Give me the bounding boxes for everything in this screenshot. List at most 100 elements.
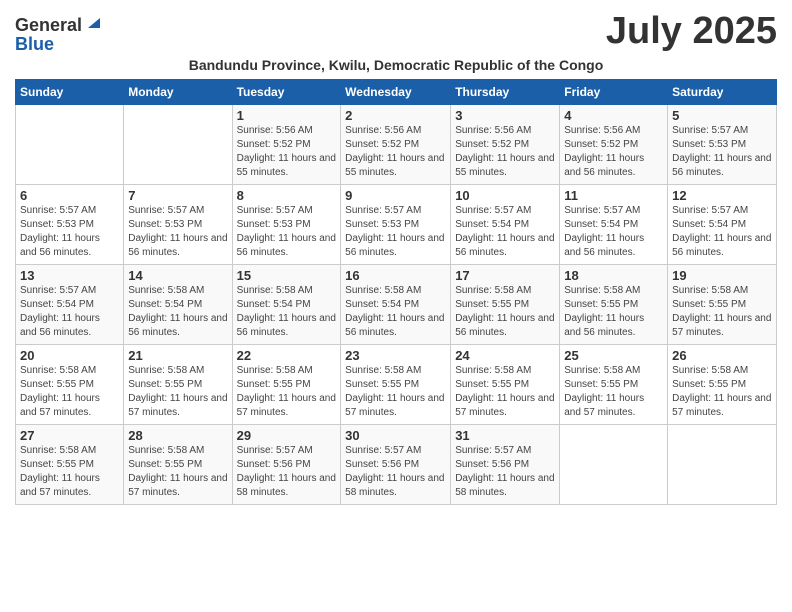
day-info: Sunrise: 5:56 AM Sunset: 5:52 PM Dayligh… <box>455 124 555 180</box>
day-info: Sunrise: 5:57 AM Sunset: 5:53 PM Dayligh… <box>128 204 227 260</box>
day-info: Sunrise: 5:58 AM Sunset: 5:54 PM Dayligh… <box>128 284 227 340</box>
calendar-cell: 23Sunrise: 5:58 AM Sunset: 5:55 PM Dayli… <box>341 345 451 425</box>
calendar-week-2: 6Sunrise: 5:57 AM Sunset: 5:53 PM Daylig… <box>16 185 777 265</box>
day-info: Sunrise: 5:57 AM Sunset: 5:56 PM Dayligh… <box>345 444 446 500</box>
day-number: 25 <box>564 348 663 363</box>
day-number: 1 <box>237 108 337 123</box>
day-number: 26 <box>672 348 772 363</box>
calendar-cell: 13Sunrise: 5:57 AM Sunset: 5:54 PM Dayli… <box>16 265 124 345</box>
day-info: Sunrise: 5:57 AM Sunset: 5:53 PM Dayligh… <box>20 204 119 260</box>
calendar-cell: 10Sunrise: 5:57 AM Sunset: 5:54 PM Dayli… <box>451 185 560 265</box>
day-number: 7 <box>128 188 227 203</box>
calendar-header-row: SundayMondayTuesdayWednesdayThursdayFrid… <box>16 80 777 105</box>
calendar-cell: 18Sunrise: 5:58 AM Sunset: 5:55 PM Dayli… <box>560 265 668 345</box>
day-number: 18 <box>564 268 663 283</box>
calendar-cell: 3Sunrise: 5:56 AM Sunset: 5:52 PM Daylig… <box>451 105 560 185</box>
day-info: Sunrise: 5:58 AM Sunset: 5:55 PM Dayligh… <box>20 364 119 420</box>
day-info: Sunrise: 5:58 AM Sunset: 5:55 PM Dayligh… <box>128 364 227 420</box>
calendar-cell: 19Sunrise: 5:58 AM Sunset: 5:55 PM Dayli… <box>668 265 777 345</box>
day-number: 30 <box>345 428 446 443</box>
calendar-cell: 1Sunrise: 5:56 AM Sunset: 5:52 PM Daylig… <box>232 105 341 185</box>
day-info: Sunrise: 5:57 AM Sunset: 5:54 PM Dayligh… <box>564 204 663 260</box>
day-info: Sunrise: 5:57 AM Sunset: 5:54 PM Dayligh… <box>20 284 119 340</box>
day-info: Sunrise: 5:57 AM Sunset: 5:54 PM Dayligh… <box>672 204 772 260</box>
day-number: 21 <box>128 348 227 363</box>
header-day-thursday: Thursday <box>451 80 560 105</box>
header-day-saturday: Saturday <box>668 80 777 105</box>
day-number: 29 <box>237 428 337 443</box>
calendar-cell <box>124 105 232 185</box>
logo-general: General <box>15 16 82 34</box>
calendar-week-5: 27Sunrise: 5:58 AM Sunset: 5:55 PM Dayli… <box>16 425 777 505</box>
day-info: Sunrise: 5:58 AM Sunset: 5:55 PM Dayligh… <box>672 284 772 340</box>
calendar-cell: 25Sunrise: 5:58 AM Sunset: 5:55 PM Dayli… <box>560 345 668 425</box>
calendar-cell: 8Sunrise: 5:57 AM Sunset: 5:53 PM Daylig… <box>232 185 341 265</box>
day-number: 23 <box>345 348 446 363</box>
day-info: Sunrise: 5:58 AM Sunset: 5:54 PM Dayligh… <box>345 284 446 340</box>
day-number: 13 <box>20 268 119 283</box>
logo: General Blue <box>15 10 100 53</box>
day-number: 9 <box>345 188 446 203</box>
header-day-tuesday: Tuesday <box>232 80 341 105</box>
calendar-cell: 4Sunrise: 5:56 AM Sunset: 5:52 PM Daylig… <box>560 105 668 185</box>
day-number: 11 <box>564 188 663 203</box>
header-day-sunday: Sunday <box>16 80 124 105</box>
day-number: 14 <box>128 268 227 283</box>
calendar-cell <box>668 425 777 505</box>
day-info: Sunrise: 5:56 AM Sunset: 5:52 PM Dayligh… <box>237 124 337 180</box>
calendar-cell: 26Sunrise: 5:58 AM Sunset: 5:55 PM Dayli… <box>668 345 777 425</box>
month-title: July 2025 <box>606 10 777 53</box>
day-number: 31 <box>455 428 555 443</box>
day-number: 17 <box>455 268 555 283</box>
calendar-cell: 21Sunrise: 5:58 AM Sunset: 5:55 PM Dayli… <box>124 345 232 425</box>
day-number: 10 <box>455 188 555 203</box>
calendar-cell: 11Sunrise: 5:57 AM Sunset: 5:54 PM Dayli… <box>560 185 668 265</box>
day-info: Sunrise: 5:58 AM Sunset: 5:55 PM Dayligh… <box>672 364 772 420</box>
calendar-cell: 9Sunrise: 5:57 AM Sunset: 5:53 PM Daylig… <box>341 185 451 265</box>
day-info: Sunrise: 5:57 AM Sunset: 5:54 PM Dayligh… <box>455 204 555 260</box>
day-number: 12 <box>672 188 772 203</box>
header-day-friday: Friday <box>560 80 668 105</box>
day-info: Sunrise: 5:58 AM Sunset: 5:55 PM Dayligh… <box>564 284 663 340</box>
day-info: Sunrise: 5:57 AM Sunset: 5:53 PM Dayligh… <box>672 124 772 180</box>
calendar-cell: 24Sunrise: 5:58 AM Sunset: 5:55 PM Dayli… <box>451 345 560 425</box>
calendar-cell: 28Sunrise: 5:58 AM Sunset: 5:55 PM Dayli… <box>124 425 232 505</box>
day-info: Sunrise: 5:58 AM Sunset: 5:55 PM Dayligh… <box>455 364 555 420</box>
logo-icon <box>84 14 100 30</box>
calendar-cell: 12Sunrise: 5:57 AM Sunset: 5:54 PM Dayli… <box>668 185 777 265</box>
calendar-cell: 22Sunrise: 5:58 AM Sunset: 5:55 PM Dayli… <box>232 345 341 425</box>
calendar-body: 1Sunrise: 5:56 AM Sunset: 5:52 PM Daylig… <box>16 105 777 505</box>
calendar-cell: 27Sunrise: 5:58 AM Sunset: 5:55 PM Dayli… <box>16 425 124 505</box>
day-number: 3 <box>455 108 555 123</box>
day-info: Sunrise: 5:57 AM Sunset: 5:56 PM Dayligh… <box>237 444 337 500</box>
calendar-cell: 31Sunrise: 5:57 AM Sunset: 5:56 PM Dayli… <box>451 425 560 505</box>
calendar-cell: 16Sunrise: 5:58 AM Sunset: 5:54 PM Dayli… <box>341 265 451 345</box>
day-number: 19 <box>672 268 772 283</box>
calendar-cell: 15Sunrise: 5:58 AM Sunset: 5:54 PM Dayli… <box>232 265 341 345</box>
day-number: 2 <box>345 108 446 123</box>
calendar-cell: 20Sunrise: 5:58 AM Sunset: 5:55 PM Dayli… <box>16 345 124 425</box>
logo-blue: Blue <box>15 35 54 53</box>
day-number: 22 <box>237 348 337 363</box>
calendar-cell: 29Sunrise: 5:57 AM Sunset: 5:56 PM Dayli… <box>232 425 341 505</box>
day-info: Sunrise: 5:56 AM Sunset: 5:52 PM Dayligh… <box>345 124 446 180</box>
day-info: Sunrise: 5:58 AM Sunset: 5:55 PM Dayligh… <box>237 364 337 420</box>
day-number: 27 <box>20 428 119 443</box>
day-info: Sunrise: 5:58 AM Sunset: 5:55 PM Dayligh… <box>455 284 555 340</box>
day-number: 20 <box>20 348 119 363</box>
day-info: Sunrise: 5:58 AM Sunset: 5:55 PM Dayligh… <box>20 444 119 500</box>
header: General Blue July 2025 <box>15 10 777 53</box>
calendar-week-4: 20Sunrise: 5:58 AM Sunset: 5:55 PM Dayli… <box>16 345 777 425</box>
calendar-table: SundayMondayTuesdayWednesdayThursdayFrid… <box>15 79 777 505</box>
calendar-cell <box>16 105 124 185</box>
header-day-wednesday: Wednesday <box>341 80 451 105</box>
calendar-cell: 7Sunrise: 5:57 AM Sunset: 5:53 PM Daylig… <box>124 185 232 265</box>
calendar-cell: 5Sunrise: 5:57 AM Sunset: 5:53 PM Daylig… <box>668 105 777 185</box>
day-info: Sunrise: 5:57 AM Sunset: 5:53 PM Dayligh… <box>237 204 337 260</box>
calendar-cell: 30Sunrise: 5:57 AM Sunset: 5:56 PM Dayli… <box>341 425 451 505</box>
day-number: 4 <box>564 108 663 123</box>
day-number: 15 <box>237 268 337 283</box>
day-info: Sunrise: 5:57 AM Sunset: 5:53 PM Dayligh… <box>345 204 446 260</box>
day-number: 16 <box>345 268 446 283</box>
subtitle: Bandundu Province, Kwilu, Democratic Rep… <box>15 57 777 73</box>
